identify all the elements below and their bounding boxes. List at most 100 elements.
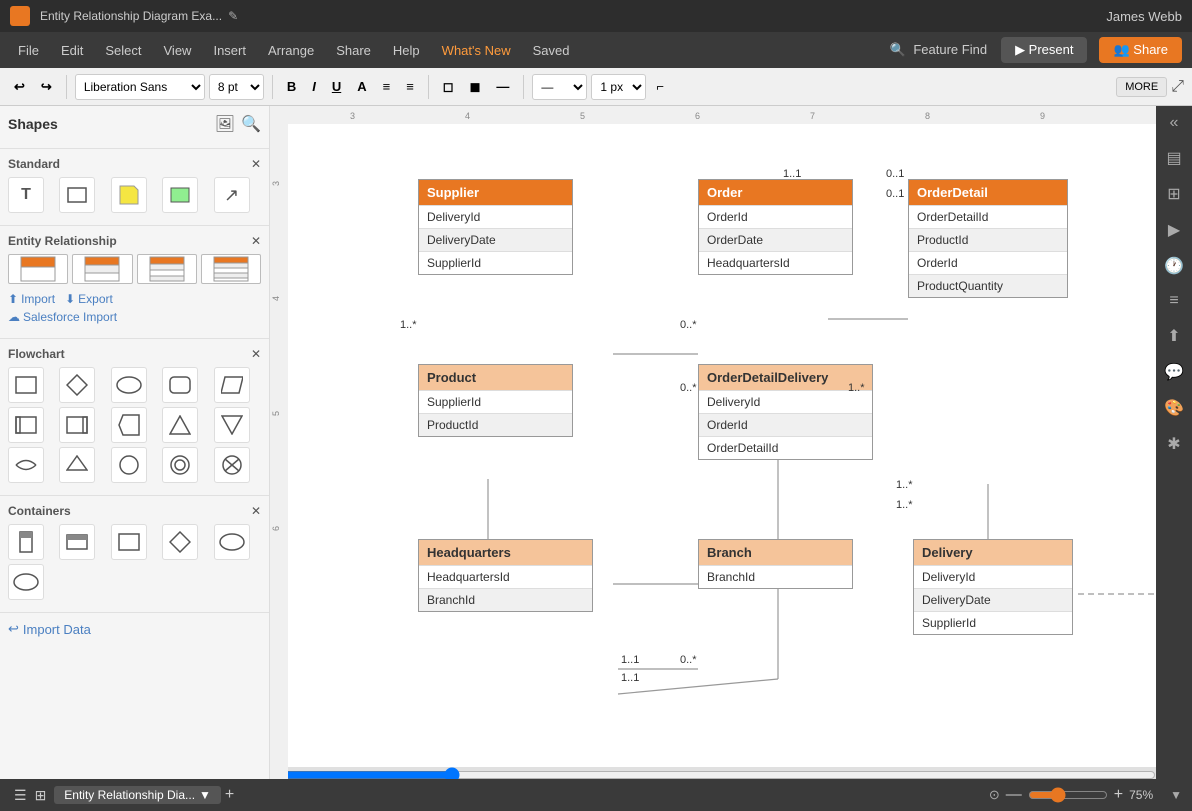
bold-button[interactable]: B [281,75,302,98]
entity-product[interactable]: Product SupplierId ProductId [418,364,573,437]
rp-grid-icon[interactable]: ⊞ [1167,184,1180,204]
fc-shape-3[interactable] [111,367,147,403]
share-button[interactable]: 👥 Share [1099,37,1182,63]
diagram-canvas[interactable]: Supplier DeliveryId DeliveryDate Supplie… [288,124,1156,779]
canvas-scrollbar[interactable] [270,767,1156,779]
menu-help[interactable]: Help [385,39,428,62]
underline-button[interactable]: U [326,75,347,98]
align-center-button[interactable]: ≡ [400,75,420,98]
rp-chat-icon[interactable]: 💬 [1164,362,1184,382]
rp-upload-icon[interactable]: ⬆ [1167,326,1180,346]
shape-arrow[interactable]: ↗ [214,177,250,213]
rp-clock-icon[interactable]: 🕐 [1164,256,1184,276]
er-shape-1[interactable] [8,254,68,284]
menu-select[interactable]: Select [97,39,149,62]
rp-plugin-icon[interactable]: ✱ [1167,434,1180,454]
er-close[interactable]: ✕ [251,234,261,248]
font-name-select[interactable]: Liberation Sans [75,74,205,100]
cont-shape-5[interactable] [214,524,250,560]
fc2-shape-3[interactable] [111,447,147,483]
shape-text[interactable]: T [8,177,44,213]
import-button[interactable]: ⬆ Import [8,292,55,306]
stroke-style-select[interactable]: — [532,74,587,100]
entity-orderdetail[interactable]: OrderDetail OrderDetailId ProductId Orde… [908,179,1068,298]
standard-close[interactable]: ✕ [251,157,261,171]
menu-file[interactable]: File [10,39,47,62]
fc-shape-10[interactable] [214,407,250,443]
menu-arrange[interactable]: Arrange [260,39,322,62]
fc-shape-1[interactable] [8,367,44,403]
view-grid-button[interactable]: ⊞ [31,787,51,804]
cont-shape-1[interactable] [8,524,44,560]
menu-edit[interactable]: Edit [53,39,91,62]
zoom-out-button[interactable]: — [1006,786,1022,804]
shape-rect[interactable] [59,177,95,213]
fc-shape-7[interactable] [59,407,95,443]
more-button[interactable]: MORE [1116,77,1167,97]
er-shape-2[interactable] [72,254,132,284]
entity-delivery[interactable]: Delivery DeliveryId DeliveryDate Supplie… [913,539,1073,635]
rp-format-icon[interactable]: ▤ [1166,148,1181,168]
undo-button[interactable]: ↩ [8,75,31,99]
stroke-button[interactable]: — [490,75,515,98]
shape-note[interactable] [111,177,147,213]
salesforce-button[interactable]: ☁ Salesforce Import [8,310,261,324]
fc2-shape-2[interactable] [59,447,95,483]
view-list-button[interactable]: ☰ [10,787,31,804]
fc-shape-4[interactable] [162,367,198,403]
italic-button[interactable]: I [306,75,322,98]
fc-shape-6[interactable] [8,407,44,443]
zoom-in-button[interactable]: + [1114,786,1123,804]
fill-button[interactable]: ◻ [437,75,460,99]
zoom-slider[interactable] [1028,787,1108,803]
rp-collapse-icon[interactable]: « [1170,114,1179,132]
image-icon-button[interactable]: 🖼 [215,114,235,134]
add-page-button[interactable]: + [225,786,234,804]
entity-branch[interactable]: Branch BranchId [698,539,853,589]
cont-shape-6[interactable] [8,564,44,600]
fc-shape-5[interactable] [214,367,250,403]
menu-share[interactable]: Share [328,39,379,62]
shape-colored-rect[interactable] [162,177,198,213]
entity-orderdetaildelivery[interactable]: OrderDetailDelivery DeliveryId OrderId O… [698,364,873,460]
font-color-button[interactable]: A [351,75,372,98]
entity-supplier[interactable]: Supplier DeliveryId DeliveryDate Supplie… [418,179,573,275]
page-tab[interactable]: Entity Relationship Dia... ▼ [54,786,221,804]
rp-play-icon[interactable]: ▶ [1168,220,1180,240]
fc2-shape-1[interactable] [8,447,44,483]
fc-shape-8[interactable] [111,407,147,443]
zoom-reset-icon[interactable]: ⊙ [989,787,1000,803]
entity-headquarters[interactable]: Headquarters HeadquartersId BranchId [418,539,593,612]
menu-insert[interactable]: Insert [205,39,254,62]
search-icon-button[interactable]: 🔍 [241,114,261,134]
cont-shape-3[interactable] [111,524,147,560]
flowchart-close[interactable]: ✕ [251,347,261,361]
import-data-button[interactable]: ↩ Import Data [8,621,91,637]
fc2-shape-4[interactable] [162,447,198,483]
rp-palette-icon[interactable]: 🎨 [1164,398,1184,418]
canvas-area[interactable]: 3 4 5 6 7 8 9 3 4 5 6 [270,106,1156,779]
fc2-shape-5[interactable] [214,447,250,483]
menu-whats-new[interactable]: What's New [434,39,519,62]
canvas-scroll-slider[interactable] [270,767,1156,779]
cont-shape-4[interactable] [162,524,198,560]
fc-shape-2[interactable] [59,367,95,403]
menu-saved[interactable]: Saved [525,39,578,62]
page-dropdown-icon[interactable]: ▼ [199,788,211,802]
connector-button[interactable]: ⌐ [650,75,670,98]
export-button[interactable]: ⬇ Export [65,292,113,306]
zoom-dropdown-icon[interactable]: ▼ [1170,788,1182,802]
cont-shape-2[interactable] [59,524,95,560]
er-shape-4[interactable] [201,254,261,284]
containers-close[interactable]: ✕ [251,504,261,518]
er-shape-3[interactable] [137,254,197,284]
rp-layers-icon[interactable]: ≡ [1169,292,1178,310]
fill2-button[interactable]: ◼ [464,75,487,99]
expand-button[interactable]: ⤢ [1171,78,1184,96]
menu-view[interactable]: View [156,39,200,62]
present-button[interactable]: ▶ Present [1001,37,1087,63]
font-size-select[interactable]: 8 pt [209,74,264,100]
fc-shape-9[interactable] [162,407,198,443]
edit-icon[interactable]: ✎ [228,9,238,23]
redo-button[interactable]: ↪ [35,75,58,99]
